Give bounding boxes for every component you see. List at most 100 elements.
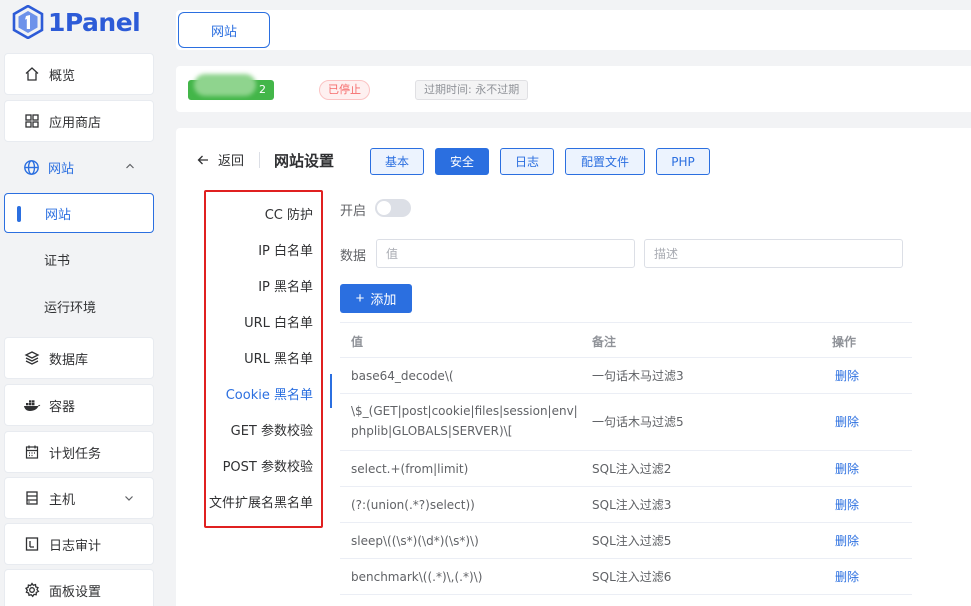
- active-indicator: [17, 206, 21, 222]
- home-icon: [23, 65, 41, 83]
- back-label: 返回: [218, 154, 245, 169]
- enable-label: 开启: [340, 204, 367, 219]
- sidebar-subitem-certificate[interactable]: 证书: [4, 239, 154, 279]
- toggle-knob: [377, 201, 391, 215]
- description-input[interactable]: [644, 239, 903, 268]
- enable-toggle[interactable]: [375, 199, 411, 217]
- site-tag-suffix: 2: [259, 83, 266, 96]
- subnav-url-whitelist[interactable]: URL 白名单: [244, 312, 313, 331]
- status-badge: 已停止: [319, 80, 370, 100]
- cell-value: benchmark\((.*)\,(.*)\): [351, 570, 483, 584]
- tab-logs[interactable]: 日志: [500, 148, 554, 175]
- site-domain-tag[interactable]: 2: [188, 74, 274, 100]
- column-header-value: 值: [351, 335, 364, 349]
- tab-config-file[interactable]: 配置文件: [565, 148, 645, 175]
- database-icon: [23, 349, 41, 367]
- data-label: 数据: [340, 249, 367, 264]
- cell-value: sleep\((\s*)(\d*)(\s*)\): [351, 534, 479, 548]
- plus-icon: +: [355, 290, 365, 307]
- logo[interactable]: 1Panel: [12, 4, 141, 40]
- server-icon: [23, 489, 41, 507]
- tab-php[interactable]: PHP: [656, 148, 710, 175]
- tab-basic[interactable]: 基本: [370, 148, 424, 175]
- subnav-ip-blacklist[interactable]: IP 黑名单: [258, 276, 313, 295]
- back-button[interactable]: 返回: [196, 150, 244, 169]
- cell-value: (?:(union(.*?)select)): [351, 498, 475, 512]
- sidebar-item-label: 概览: [49, 68, 76, 84]
- sidebar-item-database[interactable]: 数据库: [4, 337, 154, 379]
- cell-note: 一句话木马过滤3: [592, 369, 684, 383]
- sidebar-item-label: 计划任务: [49, 446, 102, 462]
- cell-note: SQL注入过滤3: [592, 498, 672, 512]
- cell-note: SQL注入过滤5: [592, 534, 672, 548]
- cell-value: select.+(from|limit): [351, 462, 469, 476]
- sidebar-item-host[interactable]: 主机: [4, 477, 154, 519]
- grid-icon: [23, 112, 41, 130]
- security-subnav: CC 防护 IP 白名单 IP 黑名单 URL 白名单 URL 黑名单 Cook…: [204, 190, 323, 528]
- calendar-icon: [23, 443, 41, 461]
- expire-badge: 过期时间: 永不过期: [415, 80, 529, 100]
- sidebar-item-log-audit[interactable]: 日志审计: [4, 523, 154, 565]
- cell-note: SQL注入过滤6: [592, 570, 672, 584]
- chevron-up-icon: [126, 163, 134, 169]
- tab-website[interactable]: 网站: [178, 12, 270, 48]
- redacted-domain: [194, 74, 256, 96]
- rules-table: 值 备注 操作 base64_decode\( 一句话木马过滤3 删除 \$_(…: [340, 322, 912, 595]
- site-info-bar: 2 已停止 过期时间: 永不过期: [176, 66, 971, 112]
- sidebar-item-cron[interactable]: 计划任务: [4, 431, 154, 473]
- log-icon: [23, 535, 41, 553]
- docker-icon: [23, 396, 41, 414]
- sidebar-item-container[interactable]: 容器: [4, 384, 154, 426]
- column-header-note: 备注: [592, 335, 617, 349]
- add-button-label: 添加: [370, 292, 397, 307]
- sidebar-item-label: 数据库: [49, 352, 89, 368]
- sidebar-item-website[interactable]: 网站: [4, 146, 154, 188]
- table-row: select.+(from|limit) SQL注入过滤2 删除: [340, 451, 912, 487]
- cell-note: 一句话木马过滤5: [592, 415, 684, 429]
- sidebar: 1Panel 概览 应用商店 网站 网站 证书 运行环境 数据库 容器 计划任务…: [0, 0, 160, 606]
- sidebar-subitem-runtime[interactable]: 运行环境: [4, 286, 154, 326]
- settings-card: 返回 网站设置 基本 安全 日志 配置文件 PHP CC 防护 IP 白名单 I…: [176, 128, 971, 606]
- cell-value: base64_decode\(: [351, 369, 454, 383]
- add-button[interactable]: + 添加: [340, 284, 412, 313]
- globe-icon: [22, 158, 40, 176]
- cell-note: SQL注入过滤2: [592, 462, 672, 476]
- sidebar-item-label: 面板设置: [49, 584, 102, 600]
- delete-link[interactable]: 删除: [835, 531, 859, 551]
- subnav-get-param-check[interactable]: GET 参数校验: [231, 420, 313, 439]
- sidebar-item-overview[interactable]: 概览: [4, 53, 154, 95]
- sidebar-item-label: 应用商店: [49, 115, 102, 131]
- delete-link[interactable]: 删除: [835, 459, 859, 479]
- sidebar-item-label: 网站: [48, 161, 75, 177]
- top-tab-bar: 网站: [176, 10, 971, 50]
- sidebar-subitem-website[interactable]: 网站: [4, 193, 154, 233]
- subnav-cc-protection[interactable]: CC 防护: [265, 204, 313, 223]
- table-row: benchmark\((.*)\,(.*)\) SQL注入过滤6 删除: [340, 559, 912, 595]
- subnav-url-blacklist[interactable]: URL 黑名单: [244, 348, 313, 367]
- value-input[interactable]: [376, 239, 635, 268]
- sidebar-item-app-store[interactable]: 应用商店: [4, 100, 154, 142]
- subnav-cookie-blacklist[interactable]: Cookie 黑名单: [226, 384, 313, 403]
- sidebar-item-label: 日志审计: [49, 538, 102, 554]
- sidebar-item-label: 网站: [45, 207, 72, 223]
- tab-security[interactable]: 安全: [435, 148, 489, 175]
- logo-hexagon-icon: [12, 5, 44, 39]
- cell-value: \$_(GET|post|cookie|files|session|env|ph…: [351, 404, 578, 438]
- delete-link[interactable]: 删除: [835, 366, 859, 386]
- table-row: (?:(union(.*?)select)) SQL注入过滤3 删除: [340, 487, 912, 523]
- sidebar-item-label: 容器: [49, 399, 76, 415]
- sidebar-item-label: 证书: [44, 253, 71, 269]
- sidebar-item-panel-settings[interactable]: 面板设置: [4, 569, 154, 606]
- arrow-left-icon: [197, 155, 208, 164]
- sidebar-item-label: 主机: [49, 492, 76, 508]
- subnav-file-ext-blacklist[interactable]: 文件扩展名黑名单: [209, 492, 313, 511]
- subnav-post-param-check[interactable]: POST 参数校验: [223, 456, 313, 475]
- sidebar-item-label: 运行环境: [44, 300, 97, 316]
- delete-link[interactable]: 删除: [835, 495, 859, 515]
- delete-link[interactable]: 删除: [835, 567, 859, 587]
- delete-link[interactable]: 删除: [835, 412, 859, 432]
- subnav-ip-whitelist[interactable]: IP 白名单: [258, 240, 313, 259]
- page-title: 网站设置: [274, 152, 335, 170]
- table-row: base64_decode\( 一句话木马过滤3 删除: [340, 358, 912, 394]
- brand-name: 1Panel: [48, 7, 141, 37]
